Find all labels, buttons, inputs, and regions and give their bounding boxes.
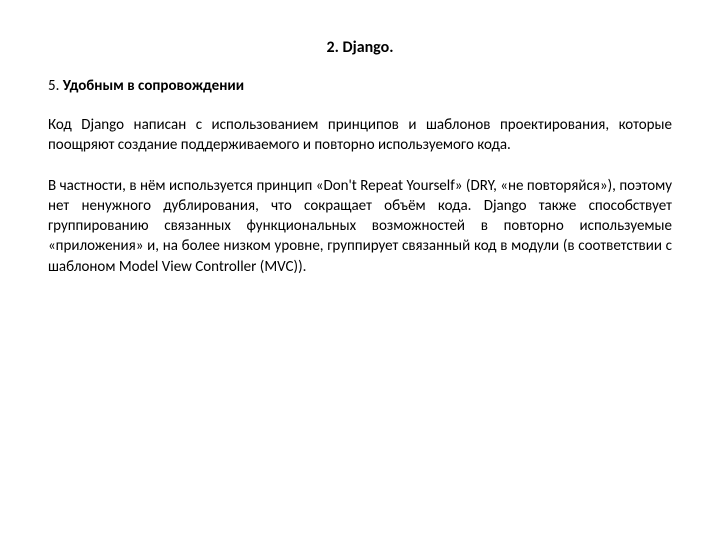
section-title: Удобным в сопровождении [63,77,244,95]
section-number: 5. [48,77,63,95]
page-title: 2. Django. [48,38,672,57]
body-paragraph-2: В частности, в нём используется принцип … [48,176,672,277]
section-heading: 5. Удобным в сопровождении [48,77,672,95]
body-paragraph-1: Код Django написан с использованием прин… [48,115,672,156]
